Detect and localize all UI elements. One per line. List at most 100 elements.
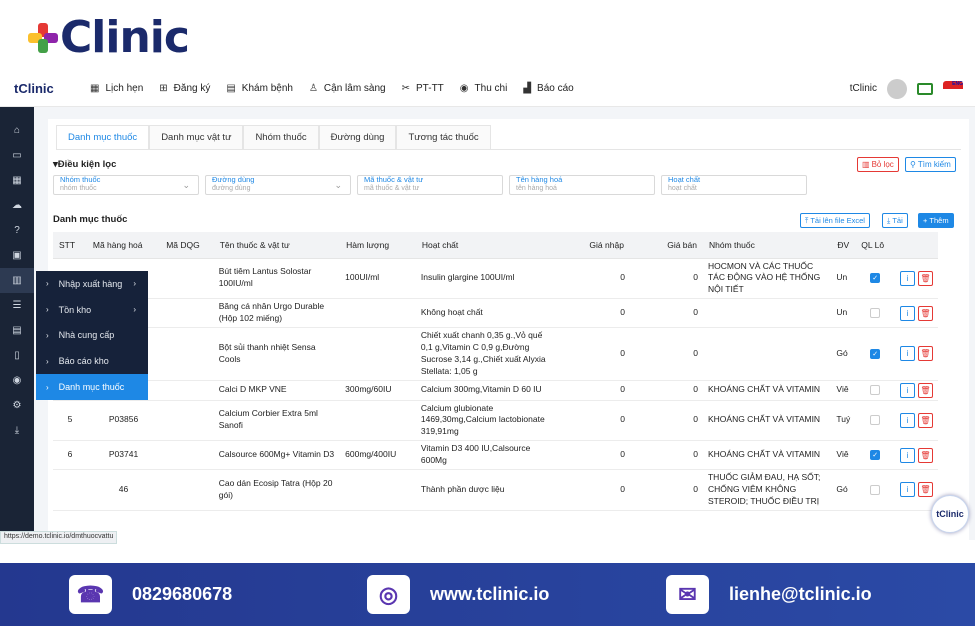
- table-row[interactable]: Bột sủi thanh nhiệt Sensa Cools Chiết xuấ…: [53, 327, 938, 381]
- nav-item-2[interactable]: ▤ Khám bệnh: [226, 83, 293, 94]
- cell-code: P03741: [86, 440, 161, 470]
- cell-group: KHOÁNG CHẤT VÀ VITAMIN: [702, 380, 832, 401]
- table-row[interactable]: Băng cá nhân Urgo Durable (Hộp 102 miếng…: [53, 298, 938, 328]
- cell-name: Bút tiêm Lantus Solostar 100IU/ml: [213, 258, 341, 300]
- warehouse-submenu: › Nhập xuất hàng › › Tồn kho › › Nhà cung cấp › B…: [36, 271, 148, 400]
- delete-button[interactable]: 🗑: [918, 382, 933, 398]
- document-icon[interactable]: ▯: [0, 343, 34, 368]
- filter-field-label: Nhóm thuốc: [60, 175, 101, 184]
- table-row[interactable]: 6 P03741 Calsource 600Mg+ Vitamin D3 600mg/…: [53, 440, 938, 470]
- mail-icon: ✉: [666, 575, 709, 614]
- cell-buy: 0: [556, 380, 630, 401]
- cell-name: Calcium Corbier Extra 5ml Sanofi: [213, 400, 341, 442]
- phone-icon: ☎: [69, 575, 112, 614]
- delete-button[interactable]: 🗑: [918, 270, 933, 286]
- cell-dose: 600mg/400IU: [340, 440, 416, 470]
- chevron-down-icon: ⌄: [334, 180, 342, 190]
- cell-unit: Gó: [831, 469, 856, 511]
- chevron-right-icon: ›: [133, 279, 136, 289]
- lot-checkbox[interactable]: ✓: [870, 385, 881, 396]
- cloud-icon[interactable]: ☁: [0, 193, 34, 218]
- nav-item-4[interactable]: ✂ PT-TT: [402, 83, 444, 94]
- user-circle-icon[interactable]: ◉: [0, 368, 34, 393]
- table-row[interactable]: Bút tiêm Lantus Solostar 100IU/ml 100UI/m…: [53, 258, 938, 300]
- tab-2[interactable]: Nhóm thuốc: [243, 125, 319, 149]
- info-button[interactable]: i: [900, 346, 915, 362]
- tab-4[interactable]: Tương tác thuốc: [396, 125, 491, 149]
- filter-field-4[interactable]: Hoạt chất hoạt chất: [661, 175, 807, 195]
- filter-field-0[interactable]: Nhóm thuốc nhóm thuốc ⌄: [53, 175, 199, 195]
- image-icon[interactable]: ▣: [0, 243, 34, 268]
- settings-icon[interactable]: ⚙: [0, 393, 34, 418]
- list-icon[interactable]: ☰: [0, 293, 34, 318]
- tab-1[interactable]: Danh mục vật tư: [149, 125, 244, 149]
- download-button[interactable]: ⤓ Tải: [882, 213, 908, 228]
- info-button[interactable]: i: [900, 412, 915, 428]
- add-button[interactable]: + Thêm: [918, 213, 954, 228]
- language-flag-icon[interactable]: ENG: [943, 80, 963, 97]
- search-button[interactable]: ⚲ Tìm kiếm: [905, 157, 956, 172]
- delete-button[interactable]: 🗑: [918, 305, 933, 321]
- table-icon[interactable]: ▤: [0, 318, 34, 343]
- cell-group: HOCMON VÀ CÁC THUỐC TÁC ĐỘNG VÀO HỆ THỐN…: [702, 258, 832, 300]
- lot-checkbox[interactable]: ✓: [870, 450, 881, 461]
- table-row[interactable]: 46 Cao dán Ecosip Tatra (Hộp 20 gói) Thành…: [53, 469, 938, 511]
- info-button[interactable]: i: [900, 270, 915, 286]
- delete-button[interactable]: 🗑: [918, 482, 933, 498]
- chat-bubble-button[interactable]: tClinic: [931, 495, 969, 533]
- cell-dose: [340, 469, 416, 511]
- info-button[interactable]: i: [900, 447, 915, 463]
- table-row[interactable]: 4P00091Calci D MKP VNE300mg/60IUCalcium …: [53, 380, 938, 401]
- footer-email[interactable]: lienhe@tclinic.io: [729, 584, 872, 605]
- submenu-item-1[interactable]: › Tồn kho ›: [36, 297, 148, 323]
- clear-filter-button[interactable]: ▥ Bỏ lọc: [857, 157, 899, 172]
- info-button[interactable]: i: [900, 382, 915, 398]
- monitor-icon[interactable]: [917, 82, 933, 95]
- lot-checkbox[interactable]: ✓: [870, 348, 881, 359]
- filter-title[interactable]: ▾Điều kiện lọc: [53, 159, 116, 170]
- cell-name: Băng cá nhân Urgo Durable (Hộp 102 miếng…: [213, 298, 341, 328]
- lot-checkbox[interactable]: ✓: [870, 415, 881, 426]
- delete-button[interactable]: 🗑: [918, 412, 933, 428]
- user-name: tClinic: [849, 83, 877, 94]
- submenu-item-4[interactable]: › Danh mục thuốc: [36, 374, 148, 400]
- nav-item-5[interactable]: ◉ Thu chi: [460, 83, 508, 94]
- chevron-right-icon: ›: [46, 279, 49, 289]
- download-icon: ⤓: [887, 215, 891, 225]
- lot-checkbox[interactable]: ✓: [870, 484, 881, 495]
- footer-website[interactable]: www.tclinic.io: [430, 584, 549, 605]
- avatar[interactable]: [887, 78, 907, 99]
- help-icon[interactable]: ?: [0, 218, 34, 243]
- lot-checkbox[interactable]: ✓: [870, 273, 881, 284]
- calendar-icon[interactable]: ▦: [0, 168, 34, 193]
- tab-0[interactable]: Danh mục thuốc: [56, 125, 150, 149]
- filter-field-2[interactable]: Mã thuốc & vật tư mã thuốc & vật tư: [357, 175, 503, 195]
- delete-button[interactable]: 🗑: [918, 346, 933, 362]
- nav-item-1[interactable]: ⊞ Đăng ký: [159, 83, 210, 94]
- nav-item-0[interactable]: ▦ Lịch hẹn: [90, 83, 143, 94]
- tab-3[interactable]: Đường dùng: [318, 125, 397, 149]
- delete-button[interactable]: 🗑: [918, 447, 933, 463]
- home-icon[interactable]: ⌂: [0, 118, 34, 143]
- cash-icon[interactable]: ▥: [0, 268, 34, 293]
- submenu-item-2[interactable]: › Nhà cung cấp: [36, 323, 148, 349]
- filter-field-1[interactable]: Đường dùng đường dùng ⌄: [205, 175, 351, 195]
- submenu-item-0[interactable]: › Nhập xuất hàng ›: [36, 271, 148, 297]
- nav-item-3[interactable]: ♙ Cận lâm sàng: [309, 83, 386, 94]
- nav-item-6[interactable]: ▟ Báo cáo: [523, 83, 573, 94]
- table-row[interactable]: 5 P03856 Calcium Corbier Extra 5ml Sanofi C…: [53, 400, 938, 442]
- upload-excel-button[interactable]: ⤒ Tải lên file Excel: [800, 213, 870, 228]
- info-button[interactable]: i: [900, 305, 915, 321]
- cell-buy: 0: [556, 400, 630, 442]
- info-button[interactable]: i: [900, 482, 915, 498]
- lot-checkbox[interactable]: ✓: [870, 308, 881, 319]
- nav-logo[interactable]: tClinic: [14, 81, 74, 96]
- filter-field-3[interactable]: Tên hàng hoá tên hàng hoá: [509, 175, 655, 195]
- submenu-item-3[interactable]: › Báo cáo kho: [36, 348, 148, 374]
- cell-actions: i 🗑: [895, 400, 938, 442]
- add-label: Thêm: [929, 216, 949, 225]
- footer-phone[interactable]: 0829680678: [132, 584, 232, 605]
- cell-dqg: [160, 380, 214, 401]
- id-card-icon[interactable]: ▭: [0, 143, 34, 168]
- download-icon[interactable]: ⤓: [0, 418, 34, 443]
